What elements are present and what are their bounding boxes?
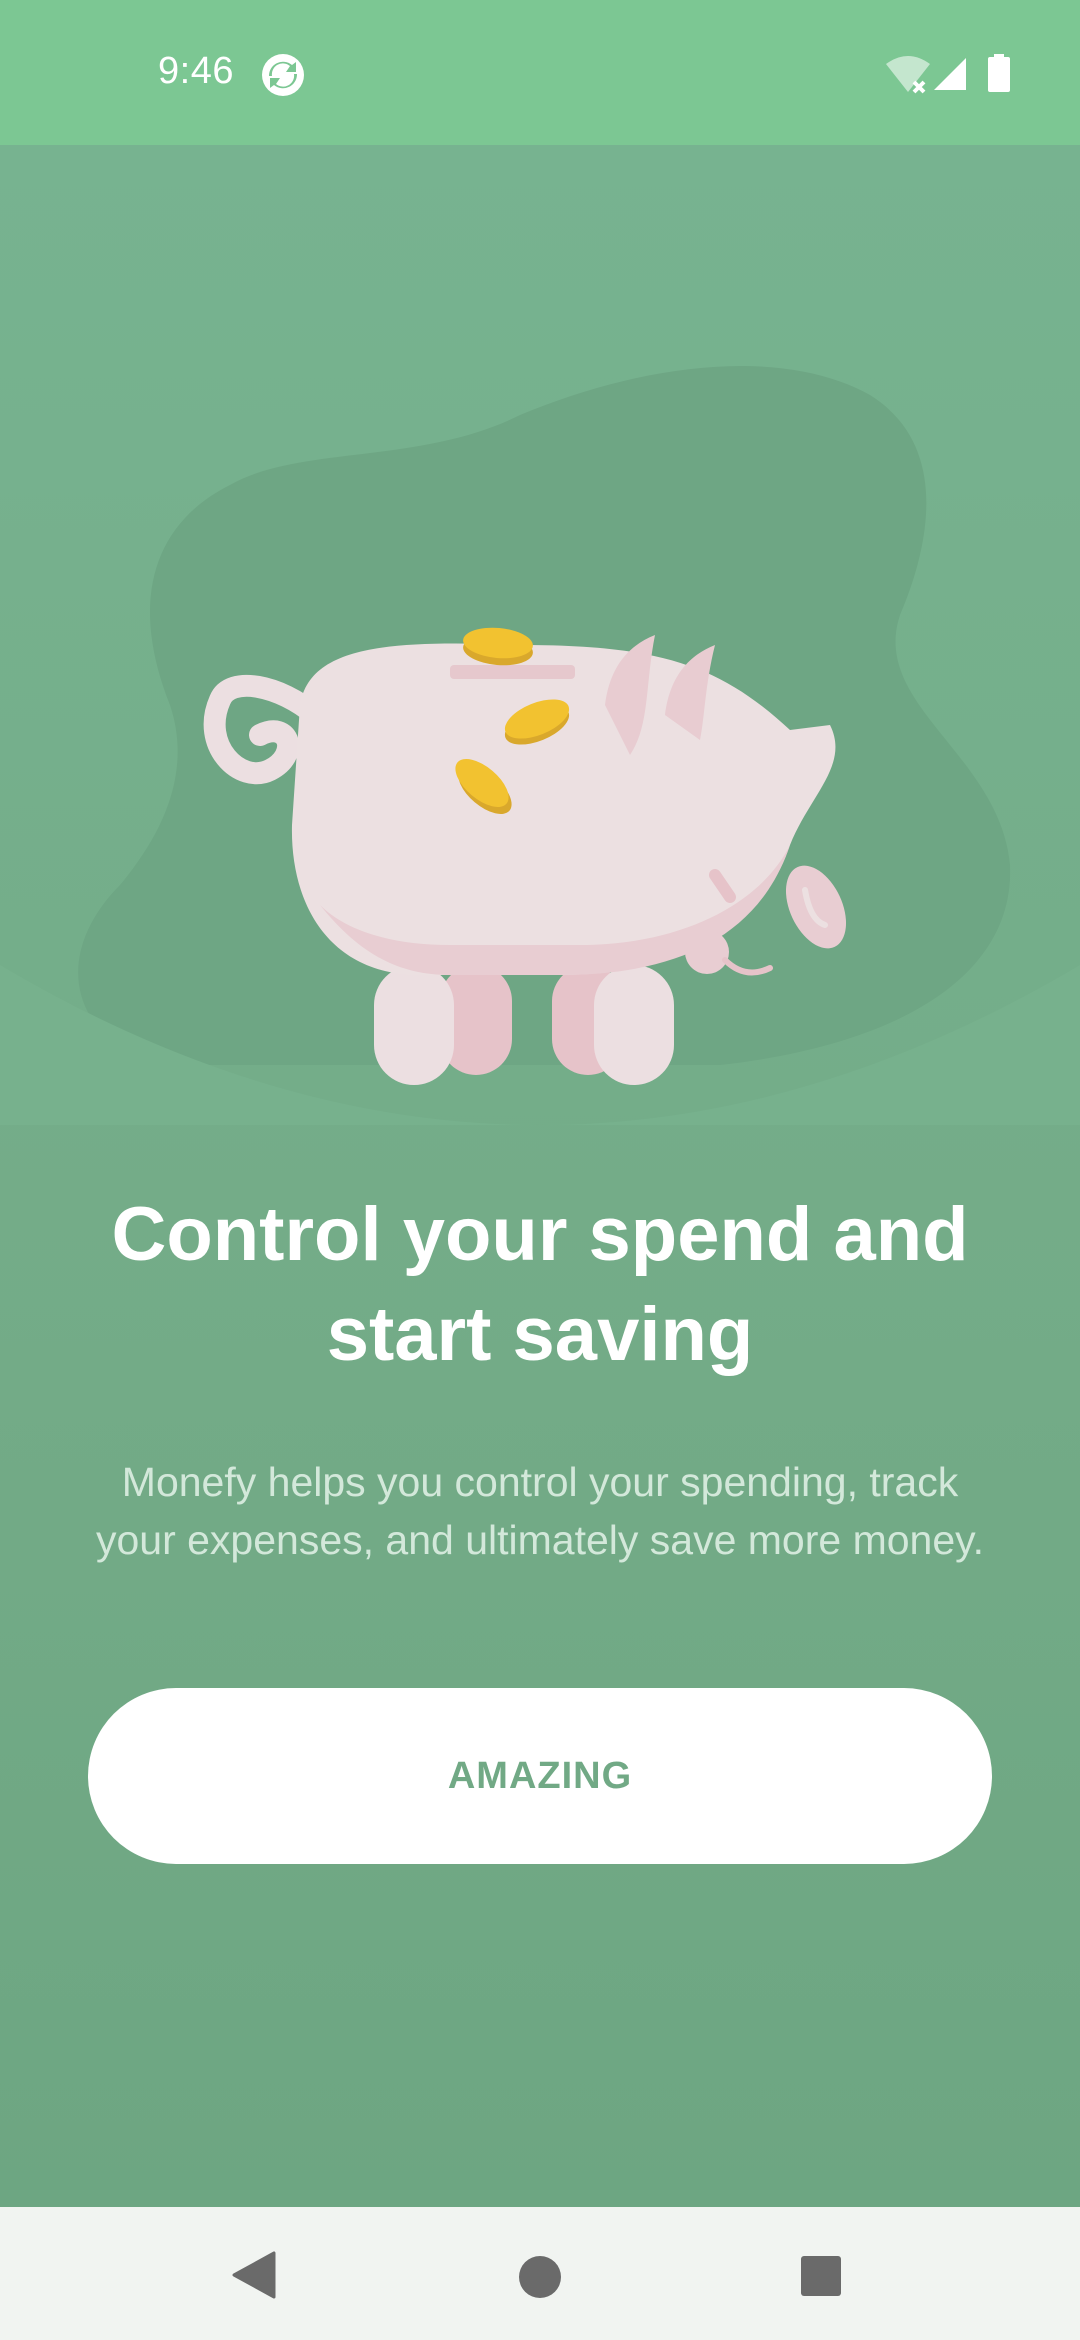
coin-slot bbox=[450, 665, 575, 679]
piggy-bank-illustration bbox=[0, 366, 1080, 1125]
home-icon[interactable] bbox=[518, 2255, 562, 2299]
pig-cheek bbox=[685, 930, 729, 974]
pig-leg bbox=[374, 965, 454, 1085]
status-bar: 9:46 bbox=[0, 0, 1080, 145]
onboarding-description: Monefy helps you control your spending, … bbox=[95, 1459, 984, 1563]
navigation-bar bbox=[0, 2207, 1080, 2340]
onboarding-screen: Control your spend and start saving Mone… bbox=[0, 145, 1080, 2207]
wifi-off-icon bbox=[886, 56, 930, 94]
status-time: 9:46 bbox=[158, 50, 234, 92]
pig-leg bbox=[594, 965, 674, 1085]
recents-icon[interactable] bbox=[800, 2255, 842, 2297]
cell-signal-icon bbox=[934, 58, 966, 90]
amazing-button[interactable]: AMAZING bbox=[88, 1688, 992, 1864]
battery-icon bbox=[988, 54, 1010, 92]
back-icon[interactable] bbox=[232, 2251, 276, 2299]
onboarding-title: Control your spend and start saving bbox=[111, 1192, 969, 1377]
sync-app-icon bbox=[262, 54, 304, 96]
